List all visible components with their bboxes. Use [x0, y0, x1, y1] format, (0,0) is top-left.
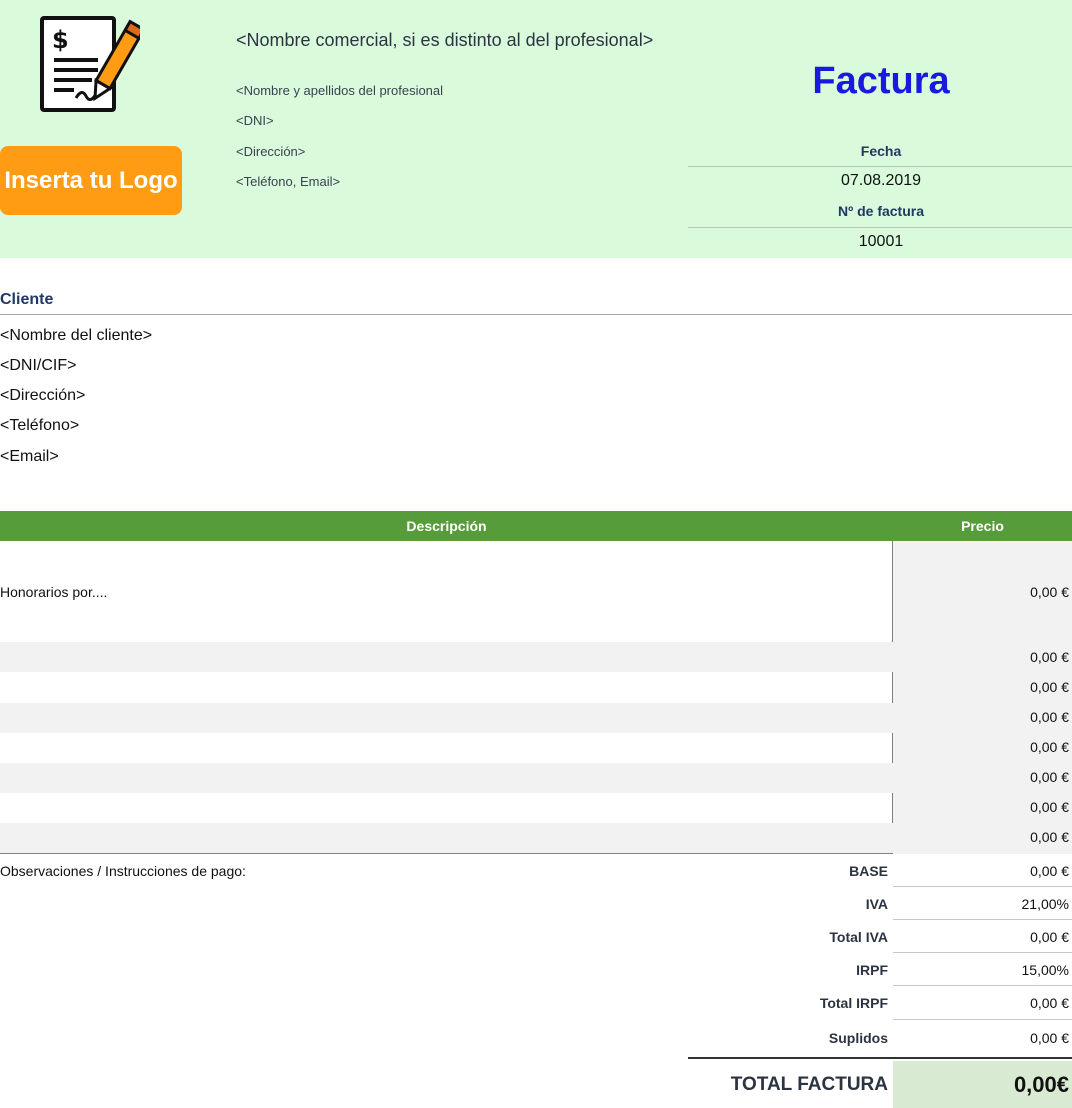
row-band	[0, 642, 893, 672]
professional-name: <Nombre y apellidos del profesional	[236, 83, 444, 98]
irpf-label: IRPF	[856, 962, 888, 978]
column-price: Precio	[961, 518, 1004, 534]
invoice-number-label: Nº de factura	[837, 203, 925, 219]
irpf-value[interactable]: 15,00%	[893, 962, 1069, 978]
date-value[interactable]: 07.08.2019	[690, 172, 1072, 190]
date-label: Fecha	[860, 143, 902, 159]
item-price[interactable]: 0,00 €	[893, 709, 1069, 725]
grand-total-divider	[688, 1057, 1072, 1059]
total-iva-value: 0,00 €	[1030, 929, 1069, 945]
items-table-bottom-border	[0, 853, 893, 854]
item-price[interactable]: 0,00 €	[893, 739, 1069, 755]
client-phone[interactable]: <Teléfono>	[0, 417, 79, 435]
client-address[interactable]: <Dirección>	[0, 387, 85, 405]
invoice-signing-icon: $	[40, 16, 140, 112]
professional-contact: <Teléfono, Email>	[236, 174, 341, 189]
iva-value[interactable]: 21,00%	[893, 896, 1069, 912]
company-name: <Nombre comercial, si es distinto al del…	[236, 30, 654, 50]
base-label: BASE	[849, 863, 888, 879]
base-value: 0,00 €	[1030, 863, 1069, 879]
svg-text:$: $	[52, 26, 69, 54]
item-price[interactable]: 0,00 €	[893, 799, 1069, 815]
insert-logo-button[interactable]: Inserta tu Logo	[0, 146, 182, 215]
item-description[interactable]: Honorarios por....	[0, 584, 107, 600]
grand-total-value: 0,00€	[1013, 1072, 1069, 1097]
totals-divider	[893, 952, 1072, 953]
column-description: Descripción	[406, 518, 487, 534]
client-dni[interactable]: <DNI/CIF>	[0, 357, 76, 375]
client-name[interactable]: <Nombre del cliente>	[0, 327, 152, 345]
payment-instructions-label: Observaciones / Instrucciones de pago:	[0, 863, 246, 879]
item-price[interactable]: 0,00 €	[893, 679, 1069, 695]
invoice-number-value[interactable]: 10001	[690, 233, 1072, 251]
iva-label: IVA	[865, 896, 888, 912]
totals-divider	[893, 919, 1072, 920]
total-iva-label: Total IVA	[829, 929, 888, 945]
total-irpf-label: Total IRPF	[819, 995, 888, 1011]
professional-dni: <DNI>	[236, 113, 274, 128]
item-price[interactable]: 0,00 €	[893, 584, 1069, 600]
client-divider	[0, 314, 1072, 315]
item-price[interactable]: 0,00 €	[893, 829, 1069, 845]
grand-total-label: TOTAL FACTURA	[730, 1074, 888, 1095]
client-email[interactable]: <Email>	[0, 448, 59, 466]
item-price[interactable]: 0,00 €	[893, 769, 1069, 785]
totals-divider	[893, 985, 1072, 986]
date-divider	[688, 166, 1072, 167]
items-table-header: Descripción Precio	[0, 511, 1072, 541]
item-price[interactable]: 0,00 €	[893, 649, 1069, 665]
total-irpf-value: 0,00 €	[1030, 995, 1069, 1011]
row-band	[0, 823, 893, 853]
row-band	[0, 763, 893, 793]
invoice-title: Factura	[812, 60, 950, 102]
totals-divider	[893, 886, 1072, 887]
professional-address: <Dirección>	[236, 144, 306, 159]
suplidos-label: Suplidos	[828, 1030, 888, 1046]
invoice-number-divider	[688, 227, 1072, 228]
totals-divider	[893, 1019, 1072, 1020]
client-heading: Cliente	[0, 291, 54, 308]
row-band	[0, 703, 893, 733]
suplidos-value[interactable]: 0,00 €	[893, 1030, 1069, 1046]
